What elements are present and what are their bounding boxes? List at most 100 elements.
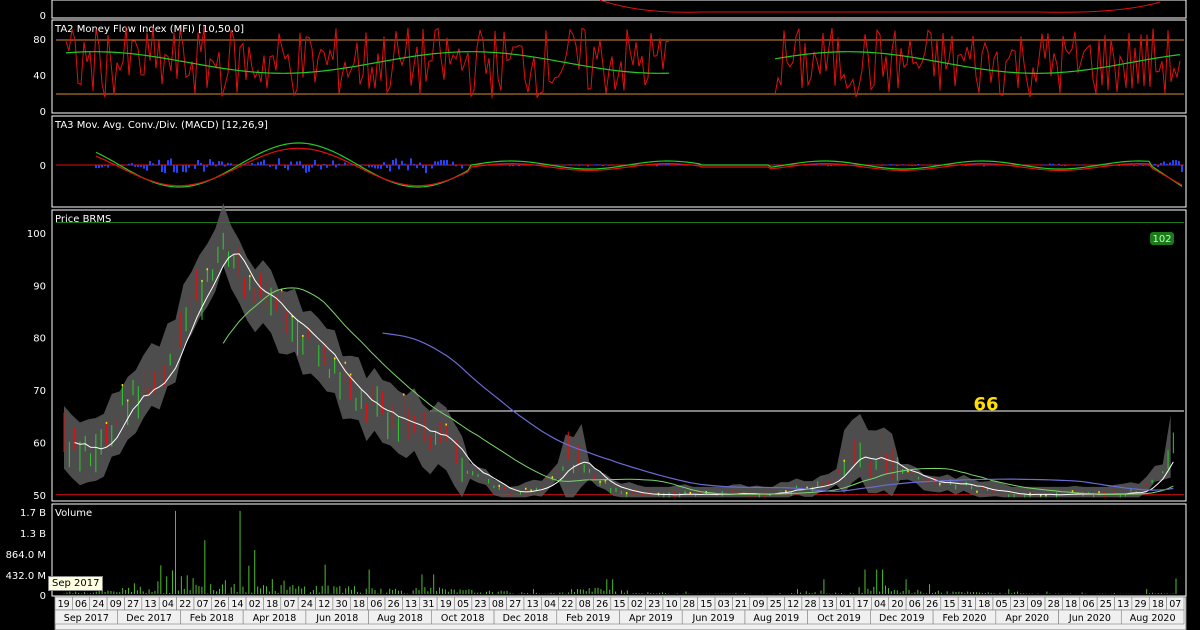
timeline-day-23: 23 (474, 599, 486, 610)
timeline-day-18: 18 (266, 599, 278, 610)
timeline-day-15: 15 (700, 599, 712, 610)
volume-tick-0: 0 (40, 591, 46, 602)
timeline-day-23: 23 (648, 599, 660, 610)
macd-title: TA3 Mov. Avg. Conv./Div. (MACD) [12,26,9… (54, 120, 268, 131)
timeline-day-13: 13 (144, 599, 156, 610)
timeline-day-26: 26 (214, 599, 226, 610)
timeline-day-04: 04 (162, 599, 174, 610)
timeline-day-28: 28 (805, 599, 817, 610)
timeline-day-18: 18 (1152, 599, 1164, 610)
timeline-day-25: 25 (770, 599, 782, 610)
top-strip-tick-0: 0 (40, 11, 46, 22)
timeline-month: Apr 2020 (1005, 613, 1049, 624)
timeline-day-26: 26 (388, 599, 400, 610)
timeline-day-13: 13 (527, 599, 539, 610)
timeline-month: Aug 2018 (377, 613, 423, 624)
macd-tick-0: 0 (40, 161, 46, 172)
timeline-month: Feb 2018 (190, 613, 234, 624)
timeline-month: Oct 2018 (441, 613, 485, 624)
timeline-day-09: 09 (1030, 599, 1042, 610)
price-tick-80: 80 (33, 334, 46, 345)
timeline-day-09: 09 (110, 599, 122, 610)
timeline-day-18: 18 (1065, 599, 1077, 610)
timeline-day-13: 13 (822, 599, 834, 610)
volume-title: Volume (55, 508, 92, 519)
price-tick-50: 50 (33, 491, 46, 502)
timeline-day-23: 23 (1013, 599, 1025, 610)
timeline-day-07: 07 (197, 599, 209, 610)
timeline-day-24: 24 (301, 599, 313, 610)
timeline-day-03: 03 (718, 599, 730, 610)
timeline-month: Sep 2017 (64, 613, 109, 624)
timeline-day-05: 05 (457, 599, 469, 610)
price-tick-100: 100 (27, 229, 46, 240)
volume-tick-432m: 432.0 M (6, 571, 46, 582)
timeline-month: Oct 2019 (817, 613, 861, 624)
timeline-day-15: 15 (613, 599, 625, 610)
mfi-title: TA2 Money Flow Index (MFI) [10,50,0] (54, 24, 244, 35)
volume-tick-1.3b: 1.3 B (20, 529, 46, 540)
volume-tick-864m: 864.0 M (6, 550, 46, 561)
timeline-day-31: 31 (961, 599, 973, 610)
timeline-day-17: 17 (857, 599, 869, 610)
timeline-day-26: 26 (926, 599, 938, 610)
price-title: Price BRMS (55, 214, 111, 225)
timeline-day-13: 13 (405, 599, 417, 610)
timeline-day-05: 05 (996, 599, 1008, 610)
price-tick-60: 60 (33, 438, 46, 449)
timeline-day-18: 18 (353, 599, 365, 610)
timeline-day-06: 06 (75, 599, 87, 610)
timeline-day-06: 06 (909, 599, 921, 610)
timeline-day-19: 19 (440, 599, 452, 610)
timeline-day-31: 31 (422, 599, 434, 610)
timeline-day-21: 21 (735, 599, 747, 610)
timeline-day-24: 24 (92, 599, 104, 610)
timeline-month: Feb 2020 (942, 613, 986, 624)
mfi-tick-0: 0 (40, 107, 46, 118)
timeline-day-28: 28 (683, 599, 695, 610)
timeline-day-29: 29 (1135, 599, 1147, 610)
timeline-day-01: 01 (839, 599, 851, 610)
timeline-day-15: 15 (943, 599, 955, 610)
timeline-day-10: 10 (666, 599, 678, 610)
timeline-day-12: 12 (318, 599, 330, 610)
timeline-month: Apr 2019 (629, 613, 673, 624)
timeline-day-27: 27 (509, 599, 521, 610)
timeline-day-02: 02 (631, 599, 643, 610)
resistance-badge-label: 102 (1152, 234, 1171, 245)
price-tick-70: 70 (33, 386, 46, 397)
volume-tick-1.7b: 1.7 B (20, 508, 46, 519)
timeline-day-08: 08 (492, 599, 504, 610)
timeline-day-02: 02 (249, 599, 261, 610)
level-label: 66 (973, 394, 998, 415)
timeline-day-22: 22 (561, 599, 573, 610)
timeline-day-08: 08 (579, 599, 591, 610)
timeline-day-06: 06 (370, 599, 382, 610)
timeline-day-19: 19 (58, 599, 70, 610)
timeline-day-18: 18 (978, 599, 990, 610)
timeline-day-14: 14 (231, 599, 243, 610)
timeline-month: Dec 2019 (879, 613, 925, 624)
timeline-day-04: 04 (874, 599, 886, 610)
timeline-month: Dec 2017 (126, 613, 172, 624)
timeline-month: Jun 2018 (315, 613, 358, 624)
mfi-tick-40: 40 (33, 71, 46, 82)
date-tooltip: Sep 2017 (48, 576, 104, 591)
timeline-day-07: 07 (283, 599, 295, 610)
timeline-month: Feb 2019 (566, 613, 610, 624)
timeline-day-26: 26 (596, 599, 608, 610)
timeline-month: Jun 2019 (692, 613, 735, 624)
timeline-day-25: 25 (1100, 599, 1112, 610)
timeline-day-13: 13 (1117, 599, 1129, 610)
timeline-day-12: 12 (787, 599, 799, 610)
timeline-day-27: 27 (127, 599, 139, 610)
timeline-month: Aug 2020 (1130, 613, 1176, 624)
timeline-day-28: 28 (1048, 599, 1060, 610)
timeline-day-30: 30 (336, 599, 348, 610)
stock-chart[interactable]: 0 TA2 Money Flow Index (MFI) [10,50,0] 8… (0, 0, 1200, 630)
date-timeline[interactable]: 19 06 24 09 27 13 04 22 07 26 14 02 18 07 24 12 30 18 06 26… (54, 596, 1187, 630)
timeline-day-04: 04 (544, 599, 556, 610)
price-tick-90: 90 (33, 281, 46, 292)
timeline-day-20: 20 (891, 599, 903, 610)
timeline-day-09: 09 (752, 599, 764, 610)
